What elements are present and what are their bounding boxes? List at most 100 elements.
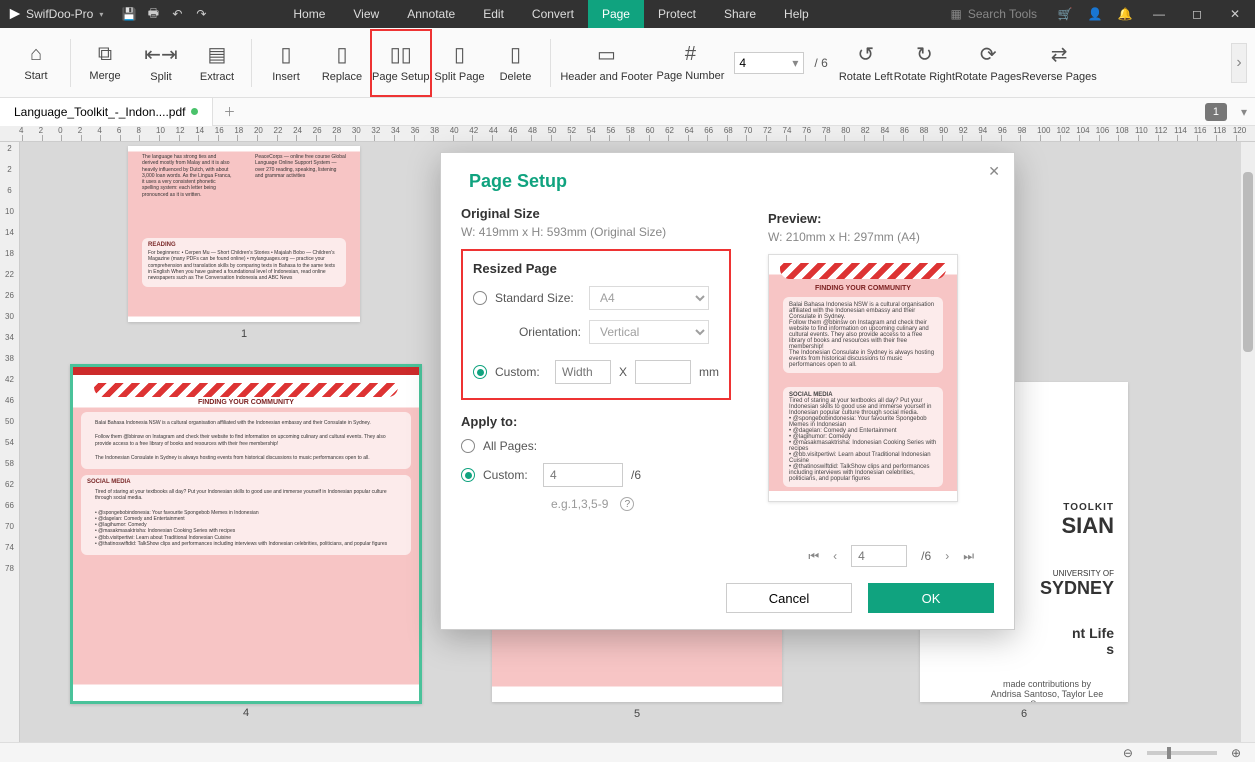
nav-next-icon[interactable]: › [945, 549, 949, 563]
tab-list-dropdown[interactable]: ▾ [1233, 105, 1255, 119]
dialog-buttons: Cancel OK [726, 583, 994, 613]
page-thumbnail-1[interactable]: The language has strong ties and derived… [128, 146, 360, 322]
replace-button[interactable]: ▯Replace [314, 31, 370, 95]
maximize-button[interactable]: ◻ [1183, 0, 1211, 28]
zoom-in-icon[interactable]: ⊕ [1231, 746, 1241, 760]
menu-edit[interactable]: Edit [469, 0, 518, 28]
p4-heading: FINDING YOUR COMMUNITY [73, 399, 419, 406]
tab-counter[interactable]: 1 [1205, 103, 1227, 121]
nav-last-icon[interactable]: ⏭ [963, 549, 974, 564]
p4-social-intro: Tired of staring at your textbooks all d… [87, 485, 405, 506]
p4-p1: Balai Bahasa Indonesia NSW is a cultural… [87, 416, 405, 430]
nav-total: /6 [921, 549, 931, 563]
split-page-button[interactable]: ▯Split Page [432, 31, 488, 95]
vertical-ruler: 226101418222630343842465054586266707478 [0, 142, 20, 742]
document-tab[interactable]: Language_Toolkit_-_Indon....pdf [0, 98, 213, 126]
dialog-title: Page Setup [441, 153, 1014, 192]
cart-icon[interactable]: 🛒 [1055, 4, 1075, 24]
search-placeholder: Search Tools [968, 7, 1037, 21]
preview-page: FINDING YOUR COMMUNITY Balai Bahasa Indo… [768, 254, 958, 502]
insert-button[interactable]: ▯Insert [258, 31, 314, 95]
minimize-button[interactable]: — [1145, 0, 1173, 28]
menu-view[interactable]: View [339, 0, 393, 28]
print-icon[interactable]: 🖶 [145, 6, 161, 22]
standard-size-label: Standard Size: [495, 291, 581, 305]
original-size-value: W: 419mm x H: 593mm (Original Size) [461, 225, 731, 239]
nav-page-input[interactable] [851, 545, 907, 567]
ribbon: ⌂Start ⧉Merge ⇤⇥Split ▤Extract ▯Insert ▯… [0, 28, 1255, 98]
preview-sub: W: 210mm x H: 297mm (A4) [768, 230, 994, 244]
document-tabs: Language_Toolkit_-_Indon....pdf ＋ 1 ▾ [0, 98, 1255, 126]
p6-c1: made contributions by [980, 679, 1114, 689]
menu-help[interactable]: Help [770, 0, 823, 28]
dim-x: X [619, 365, 627, 379]
ok-button[interactable]: OK [868, 583, 994, 613]
split-button[interactable]: ⇤⇥Split [133, 31, 189, 95]
reverse-pages-icon: ⇄ [1051, 42, 1068, 67]
vertical-scrollbar[interactable] [1241, 142, 1255, 742]
delete-button[interactable]: ▯Delete [488, 31, 544, 95]
rotate-left-button[interactable]: ↺Rotate Left [838, 31, 894, 95]
user-icon[interactable]: 👤 [1085, 4, 1105, 24]
menu-convert[interactable]: Convert [518, 0, 588, 28]
page-dropdown-icon[interactable]: ▾ [792, 56, 798, 70]
reverse-pages-button[interactable]: ⇄Reverse Pages [1022, 31, 1097, 95]
menu-share[interactable]: Share [710, 0, 770, 28]
replace-icon: ▯ [336, 42, 347, 67]
menu-page[interactable]: Page [588, 0, 644, 28]
rotate-pages-button[interactable]: ⟳Rotate Pages [955, 31, 1022, 95]
page-number-button[interactable]: #Page Number [657, 31, 725, 95]
start-button[interactable]: ⌂Start [8, 31, 64, 95]
width-input[interactable] [555, 360, 611, 384]
save-icon[interactable]: 💾 [121, 6, 137, 22]
rotate-pages-icon: ⟳ [980, 42, 997, 67]
page-label-6: 6 [920, 708, 1128, 720]
close-button[interactable]: ✕ [1221, 0, 1249, 28]
page-label-1: 1 [128, 328, 360, 340]
page-total: / 6 [814, 56, 827, 70]
height-input[interactable] [635, 360, 691, 384]
orientation-select[interactable]: Vertical [589, 320, 709, 344]
help-icon[interactable]: ? [620, 497, 634, 511]
dialog-close-button[interactable]: ✕ [988, 163, 1000, 180]
nav-first-icon[interactable]: ⏮ [808, 549, 819, 564]
header-footer-button[interactable]: ▭Header and Footer [557, 31, 657, 95]
page-thumbnail-4[interactable]: FINDING YOUR COMMUNITY Balai Bahasa Indo… [70, 364, 422, 704]
add-tab-button[interactable]: ＋ [213, 103, 245, 120]
zoom-out-icon[interactable]: ⊖ [1123, 746, 1133, 760]
scrollbar-thumb[interactable] [1243, 172, 1253, 352]
rotate-right-button[interactable]: ↻Rotate Right [894, 31, 955, 95]
menu-annotate[interactable]: Annotate [393, 0, 469, 28]
redo-icon[interactable]: ↷ [193, 6, 209, 22]
menu-home[interactable]: Home [279, 0, 339, 28]
cancel-button[interactable]: Cancel [726, 583, 852, 613]
custom-size-radio[interactable] [473, 365, 487, 379]
standard-size-select[interactable]: A4 [589, 286, 709, 310]
app-logo[interactable]: SwifDoo-Pro ▾ [0, 7, 111, 21]
custom-pages-input[interactable] [543, 463, 623, 487]
extract-button[interactable]: ▤Extract [189, 31, 245, 95]
custom-pages-label: Custom: [483, 468, 535, 482]
tab-filename: Language_Toolkit_-_Indon....pdf [14, 98, 185, 126]
page-setup-highlight: ▯▯Page Setup [370, 29, 432, 97]
all-pages-radio[interactable] [461, 439, 475, 453]
page-setup-icon: ▯▯ [390, 42, 412, 67]
undo-icon[interactable]: ↶ [169, 6, 185, 22]
preview-head: Preview: [768, 211, 994, 226]
nav-prev-icon[interactable]: ‹ [833, 549, 837, 563]
menu-protect[interactable]: Protect [644, 0, 710, 28]
page-setup-button[interactable]: ▯▯Page Setup [372, 31, 430, 95]
bell-icon[interactable]: 🔔 [1115, 4, 1135, 24]
zoom-slider[interactable] [1147, 751, 1217, 755]
custom-pages-radio[interactable] [461, 468, 475, 482]
delete-icon: ▯ [510, 42, 521, 67]
merge-icon: ⧉ [98, 43, 112, 66]
ribbon-scroll-right[interactable]: › [1231, 43, 1247, 83]
apply-to-head: Apply to: [461, 414, 731, 429]
merge-button[interactable]: ⧉Merge [77, 31, 133, 95]
app-dropdown-icon[interactable]: ▾ [99, 10, 103, 19]
page-number-icon: # [685, 43, 696, 66]
standard-size-radio[interactable] [473, 291, 487, 305]
search-tools[interactable]: ▦ Search Tools [943, 7, 1046, 21]
page-setup-dialog: ✕ Page Setup Original Size W: 419mm x H:… [440, 152, 1015, 630]
